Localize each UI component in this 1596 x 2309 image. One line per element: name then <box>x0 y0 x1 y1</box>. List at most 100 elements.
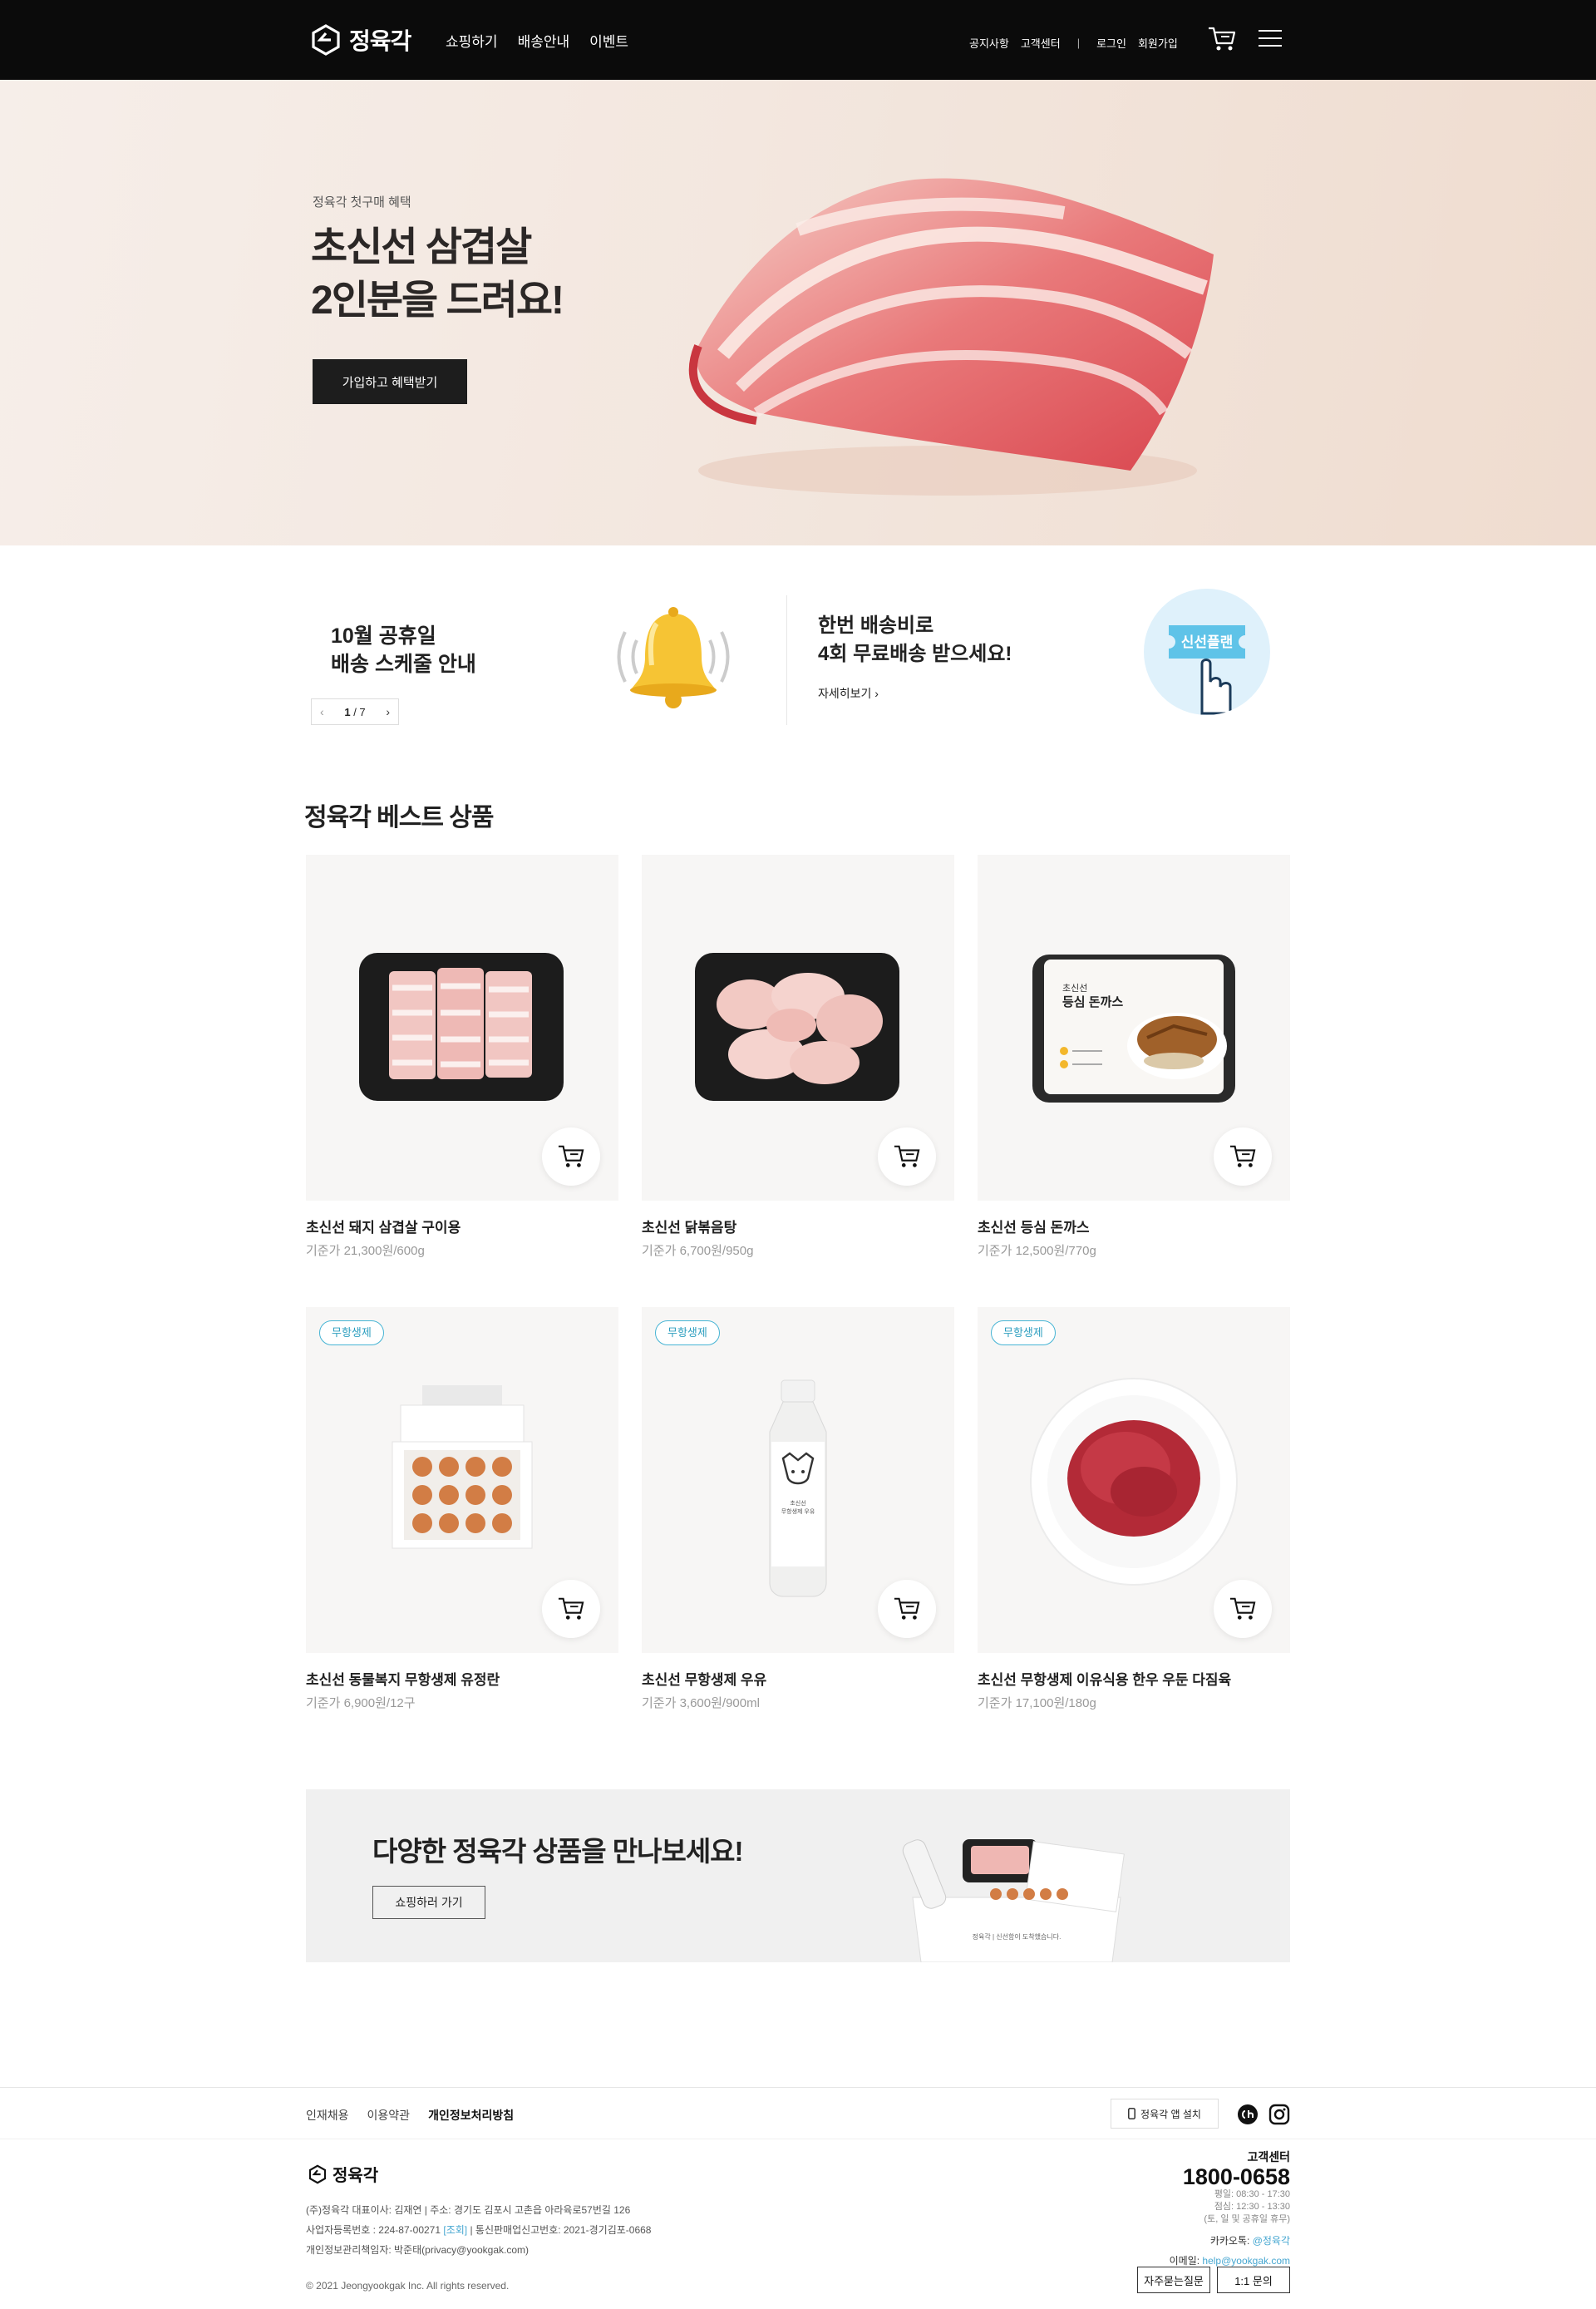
notice-link[interactable]: 공지사항 <box>969 35 1009 51</box>
footer-divider <box>0 2087 1596 2088</box>
product-card[interactable]: 초신선 돼지 삼겹살 구이용 기준가 21,300원/600g <box>306 855 618 1259</box>
pack-label-line2: 등심 돈까스 <box>1062 995 1123 1009</box>
product-card[interactable]: 무항생제 초신선 무항생제 이유식용 한우 우둔 다짐육 기준가 17,100원… <box>978 1307 1290 1711</box>
product-name[interactable]: 초신선 무항생제 우유 <box>642 1668 954 1689</box>
add-to-cart-button[interactable] <box>1214 1127 1272 1186</box>
cart-icon <box>1229 1597 1256 1620</box>
holiday-notice-title[interactable]: 10월 공휴일 배송 스케줄 안내 <box>331 622 476 678</box>
app-install-label: 정육각 앱 설치 <box>1140 2108 1201 2120</box>
company-info: (주)정육각 대표이사: 김재연 | 주소: 경기도 김포시 고촌읍 아라육로5… <box>306 2200 651 2260</box>
email-link[interactable]: help@yookgak.com <box>1202 2255 1290 2267</box>
copyright: © 2021 Jeongyookgak Inc. All rights rese… <box>306 2280 510 2292</box>
product-name[interactable]: 초신선 돼지 삼겹살 구이용 <box>306 1216 618 1236</box>
faq-button[interactable]: 자주묻는질문 <box>1137 2267 1210 2293</box>
shopping-bag-image: 정육각 | 신선함이 도착했습니다. <box>902 1839 1125 1962</box>
product-card[interactable]: 초신선 닭볶음탕 기준가 6,700원/950g <box>642 855 954 1259</box>
nav-shopping[interactable]: 쇼핑하기 <box>446 30 498 51</box>
notice-pager: ‹ 1 / 7 › <box>311 698 399 725</box>
hero-banner: 정육각 첫구매 혜택 초신선 삼겹살 2인분을 드려요! 가입하고 혜택받기 <box>0 80 1596 545</box>
product-name[interactable]: 초신선 동물복지 무항생제 유정란 <box>306 1668 618 1689</box>
milk-label-line2: 무항생제 우유 <box>781 1507 815 1515</box>
product-price: 기준가 3,600원/900ml <box>642 1696 760 1710</box>
product-price: 기준가 12,500원/770g <box>978 1244 1096 1258</box>
util-divider: | <box>1076 37 1081 49</box>
add-to-cart-button[interactable] <box>878 1580 936 1638</box>
footer-brand: 정육각 <box>332 2167 379 2185</box>
cart-icon[interactable] <box>1207 25 1237 53</box>
best-products-title: 정육각 베스트 상품 <box>304 804 494 831</box>
product-price: 기준가 6,900원/12구 <box>306 1696 416 1710</box>
app-install-button[interactable]: 정육각 앱 설치 <box>1111 2099 1219 2129</box>
product-image[interactable]: 무항생제 <box>306 1307 618 1653</box>
pack-label-line1: 초신선 <box>1062 983 1087 994</box>
logo-icon <box>308 2164 327 2183</box>
brand-logo[interactable]: 정육각 <box>309 23 411 57</box>
pager-next-button[interactable]: › <box>386 705 390 718</box>
signup-benefit-button[interactable]: 가입하고 혜택받기 <box>313 359 467 404</box>
inquiry-button[interactable]: 1:1 문의 <box>1217 2267 1290 2293</box>
nav-delivery[interactable]: 배송안내 <box>518 30 570 51</box>
signup-link[interactable]: 회원가입 <box>1138 35 1178 51</box>
product-price: 기준가 17,100원/180g <box>978 1696 1096 1710</box>
go-shopping-button[interactable]: 쇼핑하러 가기 <box>372 1886 485 1919</box>
bag-print: 정육각 | 신선함이 도착했습니다. <box>973 1932 1062 1941</box>
cart-icon <box>558 1597 584 1620</box>
biz-check-link[interactable]: [조회] <box>443 2224 467 2236</box>
fresh-plan-illustration[interactable]: 신선플랜 <box>1144 589 1270 715</box>
detail-link-label: 자세히보기 <box>818 687 872 700</box>
fresh-plan-detail-link[interactable]: 자세히보기 › <box>818 685 879 702</box>
info-divider <box>786 595 787 725</box>
banner-title: 다양한 정육각 상품을 만나보세요! <box>372 1836 744 1867</box>
kakao-id-link[interactable]: @정육각 <box>1253 2235 1290 2247</box>
add-to-cart-button[interactable] <box>542 1580 600 1638</box>
hamburger-menu-icon[interactable] <box>1259 30 1282 50</box>
product-card[interactable]: 무항생제 초신선 동물복지 무항생제 유정란 기준가 6,900원/12구 <box>306 1307 618 1711</box>
phone-icon <box>1128 2108 1135 2119</box>
cs-label: 고객센터 <box>1247 2150 1290 2163</box>
product-image[interactable]: 무항생제 <box>978 1307 1290 1653</box>
ticket-hand-icon: 신선플랜 <box>1169 625 1245 715</box>
pager-prev-button[interactable]: ‹ <box>320 705 324 718</box>
login-link[interactable]: 로그인 <box>1096 35 1126 51</box>
business-registration: 사업자등록번호 : 224-87-00271 [조회] | 통신판매업신고번호:… <box>306 2220 651 2240</box>
main-nav: 쇼핑하기 배송안내 이벤트 <box>446 30 628 51</box>
pork-belly-image <box>688 178 1214 496</box>
add-to-cart-button[interactable] <box>1214 1580 1272 1638</box>
kakao-label: 카카오톡: <box>1209 2235 1250 2247</box>
add-to-cart-button[interactable] <box>542 1127 600 1186</box>
privacy-policy-link[interactable]: 개인정보처리방침 <box>428 2107 514 2124</box>
milk-label-line1: 초신선 <box>790 1499 805 1507</box>
product-name[interactable]: 초신선 닭볶음탕 <box>642 1216 954 1236</box>
product-image[interactable] <box>642 855 954 1201</box>
cs-phone[interactable]: 1800-0658 <box>1081 2165 1290 2188</box>
hero-eyebrow: 정육각 첫구매 혜택 <box>313 195 411 210</box>
product-card[interactable]: 무항생제 초신선 무항생제 우유 초신선 무항생제 우유 기준가 3,600원/… <box>642 1307 954 1711</box>
utility-nav: 공지사항 고객센터 | 로그인 회원가입 <box>969 35 1178 51</box>
cs-link[interactable]: 고객센터 <box>1021 35 1061 51</box>
product-card[interactable]: 초신선 등심 돈까스 초신선 등심 돈까스 기준가 12,500원/770g <box>978 855 1290 1259</box>
kakao-contact: 카카오톡: @정육각 <box>1081 2231 1290 2251</box>
instagram-icon[interactable] <box>1268 2104 1290 2125</box>
kakao-channel-icon[interactable] <box>1237 2104 1259 2125</box>
logo-icon <box>312 24 340 56</box>
top-header: 정육각 쇼핑하기 배송안내 이벤트 공지사항 고객센터 | 로그인 회원가입 <box>0 0 1596 80</box>
nav-event[interactable]: 이벤트 <box>589 30 628 51</box>
careers-link[interactable]: 인재채용 <box>306 2107 349 2124</box>
product-name[interactable]: 초신선 무항생제 이유식용 한우 우둔 다짐육 <box>978 1668 1290 1689</box>
product-name[interactable]: 초신선 등심 돈까스 <box>978 1216 1290 1236</box>
customer-center: 고객센터 1800-0658 평일: 08:30 - 17:30 점심: 12:… <box>1081 2149 1290 2271</box>
product-image[interactable]: 무항생제 초신선 무항생제 우유 <box>642 1307 954 1653</box>
add-to-cart-button[interactable] <box>878 1127 936 1186</box>
cart-icon <box>558 1145 584 1167</box>
brand-name: 정육각 <box>349 28 411 54</box>
email-label: 이메일: <box>1169 2255 1200 2267</box>
pager-total: 7 <box>359 705 366 718</box>
plan-ticket-label: 신선플랜 <box>1181 634 1234 650</box>
fresh-plan-title: 한번 배송비로 4회 무료배송 받으세요! <box>818 614 1012 665</box>
product-image[interactable] <box>306 855 618 1201</box>
mail-order-number: 통신판매업신고번호: 2021-경기김포-0668 <box>475 2224 652 2236</box>
footer-links: 인재채용 이용약관 개인정보처리방침 <box>306 2107 514 2124</box>
terms-link[interactable]: 이용약관 <box>367 2107 411 2124</box>
cart-icon <box>1229 1145 1256 1167</box>
product-image[interactable]: 초신선 등심 돈까스 <box>978 855 1290 1201</box>
